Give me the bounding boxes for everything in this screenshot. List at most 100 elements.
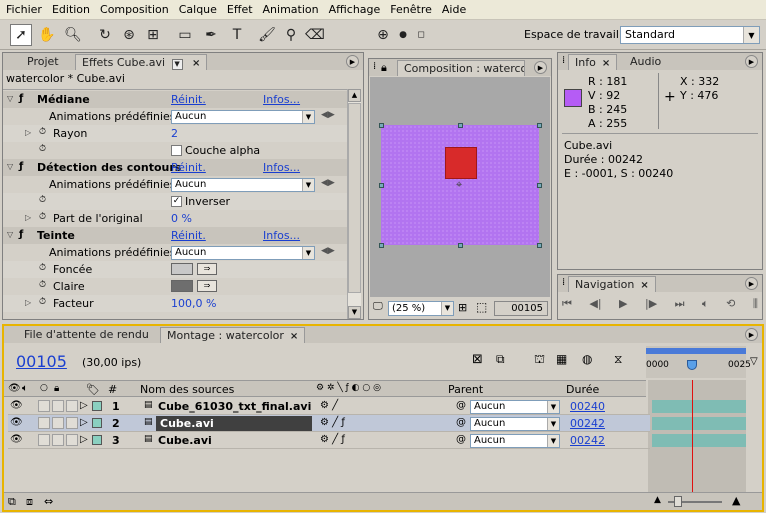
menu-fenetre[interactable]: Fenêtre — [384, 3, 436, 16]
menu-affichage[interactable]: Affichage — [323, 3, 385, 16]
stopwatch-icon[interactable]: ⏱ — [39, 195, 46, 205]
parent-select[interactable]: Aucun ▼ — [470, 400, 560, 414]
pen-tool-icon[interactable]: ✒ — [200, 24, 222, 46]
last-frame-icon[interactable]: ⏭ — [675, 297, 685, 315]
tab-montage[interactable]: Montage : watercolor × — [160, 327, 306, 343]
region-icon[interactable]: ⬚ — [476, 300, 487, 314]
menu-animation[interactable]: Animation — [257, 3, 323, 16]
about-link[interactable]: Infos... — [263, 161, 300, 174]
pan-behind-icon[interactable]: ⊞ — [142, 24, 164, 46]
layer-name[interactable]: Cube.avi — [160, 417, 214, 430]
reset-link[interactable]: Réinit. — [171, 229, 206, 242]
switches[interactable]: ⚙ ╱ ƒ — [320, 417, 345, 428]
presets-select[interactable]: Aucun ▼ — [171, 110, 315, 124]
loop-icon[interactable]: ⟲ — [726, 297, 735, 315]
presets-select[interactable]: Aucun ▼ — [171, 246, 315, 260]
eyedropper-icon[interactable]: ⇒ — [197, 263, 217, 275]
menu-fichier[interactable]: Fichier — [0, 3, 46, 16]
eye-icon[interactable]: 👁︎ — [8, 383, 21, 394]
handle[interactable] — [537, 123, 542, 128]
layer-duration[interactable]: 00242 — [570, 417, 605, 430]
label-color[interactable] — [92, 435, 102, 445]
presets-select[interactable]: Aucun ▼ — [171, 178, 315, 192]
col-sources[interactable]: Nom des sources — [140, 383, 234, 396]
menu-calque[interactable]: Calque — [173, 3, 221, 16]
about-link[interactable]: Infos... — [263, 229, 300, 242]
time-ruler[interactable]: 0000 0025 — [646, 346, 751, 378]
comp-viewer[interactable]: ⌖ — [370, 77, 550, 297]
eye-icon[interactable]: 👁︎ — [10, 417, 23, 428]
parent-select[interactable]: Aucun ▼ — [470, 417, 560, 431]
alpha-checkbox[interactable] — [171, 145, 182, 156]
param-value[interactable]: 100,0 % — [171, 297, 216, 310]
grip-icon[interactable]: ⁞ — [562, 277, 565, 288]
world-axis-icon[interactable]: ◻ — [410, 24, 432, 46]
eye-icon[interactable]: 👁︎ — [10, 434, 23, 445]
selection-tool-icon[interactable]: ➚ — [10, 24, 32, 46]
label-color[interactable] — [92, 401, 102, 411]
scroll-thumb[interactable] — [348, 103, 361, 293]
label-color[interactable] — [92, 418, 102, 428]
handle[interactable] — [379, 123, 384, 128]
stopwatch-icon[interactable]: ⏱ — [39, 212, 46, 222]
tab-render-queue[interactable]: File d'attente de rendu — [18, 327, 155, 343]
fx-icon[interactable]: ƒ — [19, 93, 23, 104]
ruler-end-marker[interactable]: ▽ — [750, 356, 758, 367]
zoom-tool-icon[interactable]: 🔍︎ — [62, 24, 84, 46]
handle[interactable] — [458, 123, 463, 128]
lock-icon[interactable]: 🔒︎ — [381, 61, 387, 75]
panel-menu-icon[interactable]: ▶ — [346, 55, 359, 68]
tab-effects[interactable]: Effets Cube.avi ▼ × — [75, 54, 208, 70]
switches[interactable]: ⚙ ╱ — [320, 400, 338, 411]
tab-project[interactable]: Projet — [21, 54, 65, 70]
prev-preset-icon[interactable]: ◀▶ — [321, 110, 335, 120]
pickwhip-icon[interactable]: @ — [456, 434, 466, 445]
expand-triangle-icon[interactable]: ▷ — [80, 417, 88, 428]
text-tool-icon[interactable]: T — [226, 24, 248, 46]
draft-3d-icon[interactable]: ⛫ — [534, 352, 545, 368]
clone-stamp-icon[interactable]: ⚲ — [280, 24, 302, 46]
first-frame-icon[interactable]: ⏮ — [562, 297, 572, 315]
next-frame-icon[interactable]: |▶ — [645, 297, 657, 315]
eraser-tool-icon[interactable]: ⌫ — [304, 24, 326, 46]
chevron-down-icon[interactable]: ▼ — [171, 59, 183, 70]
effect-header-mediane[interactable]: ▽ ƒ Médiane Réinit. Infos... — [3, 91, 349, 108]
brush-tool-icon[interactable]: 🖌︎ — [256, 24, 278, 46]
layer-bar-3[interactable] — [652, 434, 746, 447]
layer-name[interactable]: Cube_61030_txt_final.avi — [158, 400, 311, 413]
lock-toggle[interactable] — [66, 434, 78, 446]
menu-effet[interactable]: Effet — [221, 3, 257, 16]
color-swatch[interactable] — [171, 263, 193, 275]
grip-icon[interactable]: ⁞ — [562, 55, 565, 66]
orbit-camera-icon[interactable]: ⊛ — [118, 24, 140, 46]
layer-bar-2[interactable] — [652, 417, 746, 430]
prev-preset-icon[interactable]: ◀▶ — [321, 246, 335, 256]
reset-link[interactable]: Réinit. — [171, 161, 206, 174]
effect-header-teinte[interactable]: ▽ ƒ Teinte Réinit. Infos... — [3, 227, 349, 244]
play-icon[interactable]: ▶ — [619, 297, 627, 315]
prev-frame-icon[interactable]: ◀| — [589, 297, 601, 315]
color-swatch[interactable] — [171, 280, 193, 292]
panel-menu-icon[interactable]: ▶ — [534, 61, 547, 74]
close-icon[interactable]: × — [640, 280, 648, 291]
track-area[interactable] — [648, 380, 746, 492]
scroll-up-icon[interactable]: ▲ — [348, 89, 361, 102]
switches[interactable]: ⚙ ╱ ƒ — [320, 434, 345, 445]
tab-navigation[interactable]: Navigation × — [568, 276, 656, 292]
lock-toggle[interactable] — [66, 417, 78, 429]
lock-toggle[interactable] — [66, 400, 78, 412]
stopwatch-icon[interactable]: ⏱ — [39, 144, 46, 154]
timecode-display[interactable]: 00105 — [16, 352, 67, 371]
expand-triangle-icon[interactable]: ▷ — [80, 434, 88, 445]
prev-preset-icon[interactable]: ◀▶ — [321, 178, 335, 188]
monitor-icon[interactable]: 🖵︎ — [373, 301, 383, 312]
zoom-slider-thumb[interactable] — [674, 496, 682, 507]
eyedropper-icon[interactable]: ⇒ — [197, 280, 217, 292]
current-frame-field[interactable]: 00105 — [494, 301, 548, 316]
layer-duration[interactable]: 00240 — [570, 400, 605, 413]
solo-toggle[interactable] — [52, 417, 64, 429]
pickwhip-icon[interactable]: @ — [456, 400, 466, 411]
expand-triangle-icon[interactable]: ▽ — [7, 162, 13, 171]
layer-name[interactable]: Cube.avi — [158, 434, 212, 447]
close-icon[interactable]: × — [602, 58, 610, 69]
